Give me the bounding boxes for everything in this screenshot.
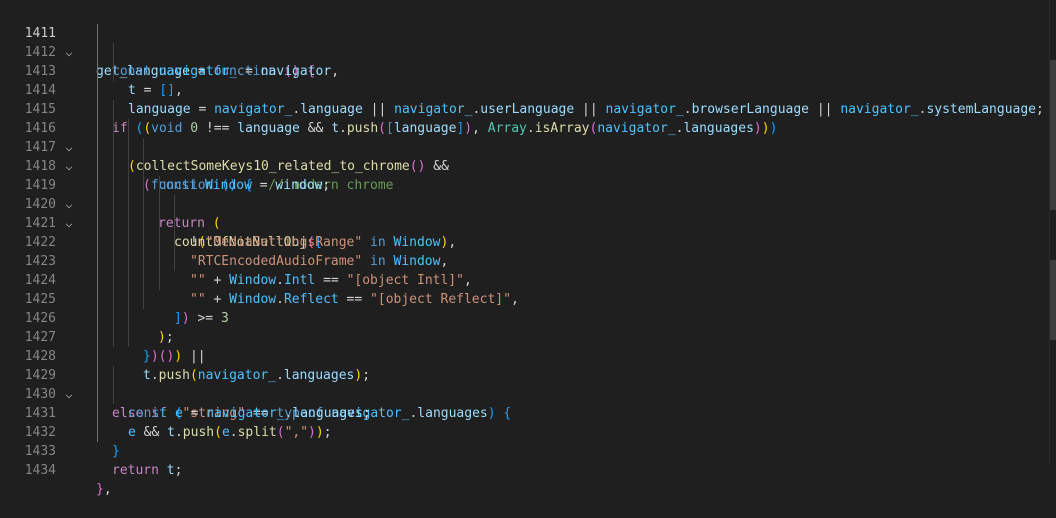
code-line-1423[interactable]: 1423 "" + Window.Intl == "[object Intl]"… <box>0 233 1050 288</box>
code-line-1417[interactable]: 1417 ⌵ (function () { // modern chrome <box>0 119 1050 193</box>
code-line-1416[interactable]: 1416 ⌵ (collectSomeKeys10_related_to_chr… <box>0 100 1050 174</box>
code-line-1431[interactable]: 1431 e && t.push(e.split(",")); <box>0 385 1050 440</box>
indent-guide <box>128 119 129 347</box>
indent-guide <box>159 176 160 290</box>
vertical-scrollbar[interactable] <box>1049 0 1056 464</box>
code-line-1420[interactable]: 1420 ⌵ countOfNotNullObj([ <box>0 176 1050 250</box>
code-line-1432[interactable]: 1432 } <box>0 404 1050 459</box>
code-line-1427[interactable]: 1427 })()) || <box>0 309 1050 364</box>
code-line-1434[interactable]: 1434 }, <box>0 442 1050 497</box>
code-line-1411[interactable]: 1411 ⌵ get_language = function () { <box>0 5 1050 79</box>
code-line-1433[interactable]: 1433 return t; <box>0 423 1050 478</box>
code-line-1430[interactable]: 1430 const e = navigator_.languages; <box>0 366 1050 421</box>
code-line-1419[interactable]: 1419 ⌵ return ( <box>0 157 1050 231</box>
code-line-1425[interactable]: 1425 ]) >= 3 <box>0 271 1050 326</box>
indent-guide <box>143 138 144 309</box>
indent-guide <box>113 366 114 404</box>
code-line-1412[interactable]: 1412 const navigator_ = navigator, <box>0 24 1050 79</box>
code-content: }, <box>96 482 112 497</box>
indent-guide <box>113 43 114 81</box>
code-line-1424[interactable]: 1424 "" + Window.Reflect == "[object Ref… <box>0 252 1050 307</box>
code-line-1429[interactable]: 1429 ⌵ else if ("string" == typeof navig… <box>0 347 1050 421</box>
indent-guide <box>113 100 114 347</box>
code-line-1422[interactable]: 1422 "RTCEncodedAudioFrame" in Window, <box>0 214 1050 269</box>
code-line-1426[interactable]: 1426 ); <box>0 290 1050 345</box>
indent-guide <box>174 195 175 271</box>
code-line-1421[interactable]: 1421 !("MediaSettingsRange" in Window), <box>0 195 1050 250</box>
indent-guide <box>97 24 98 442</box>
code-line-1414[interactable]: 1414 language = navigator_.language || n… <box>0 62 1050 117</box>
code-line-1418[interactable]: 1418 const Window = window; <box>0 138 1050 193</box>
scrollbar-thumb[interactable] <box>1050 260 1056 340</box>
code-line-1413[interactable]: 1413 t = [], <box>0 43 1050 98</box>
scrollbar-thumb[interactable] <box>1050 60 1056 210</box>
code-editor[interactable]: 1411 ⌵ get_language = function () { 1412… <box>0 0 1056 497</box>
code-line-1428[interactable]: 1428 t.push(navigator_.languages); <box>0 328 1050 383</box>
code-line-1415[interactable]: 1415 if ((void 0 !== language && t.push(… <box>0 81 1050 136</box>
